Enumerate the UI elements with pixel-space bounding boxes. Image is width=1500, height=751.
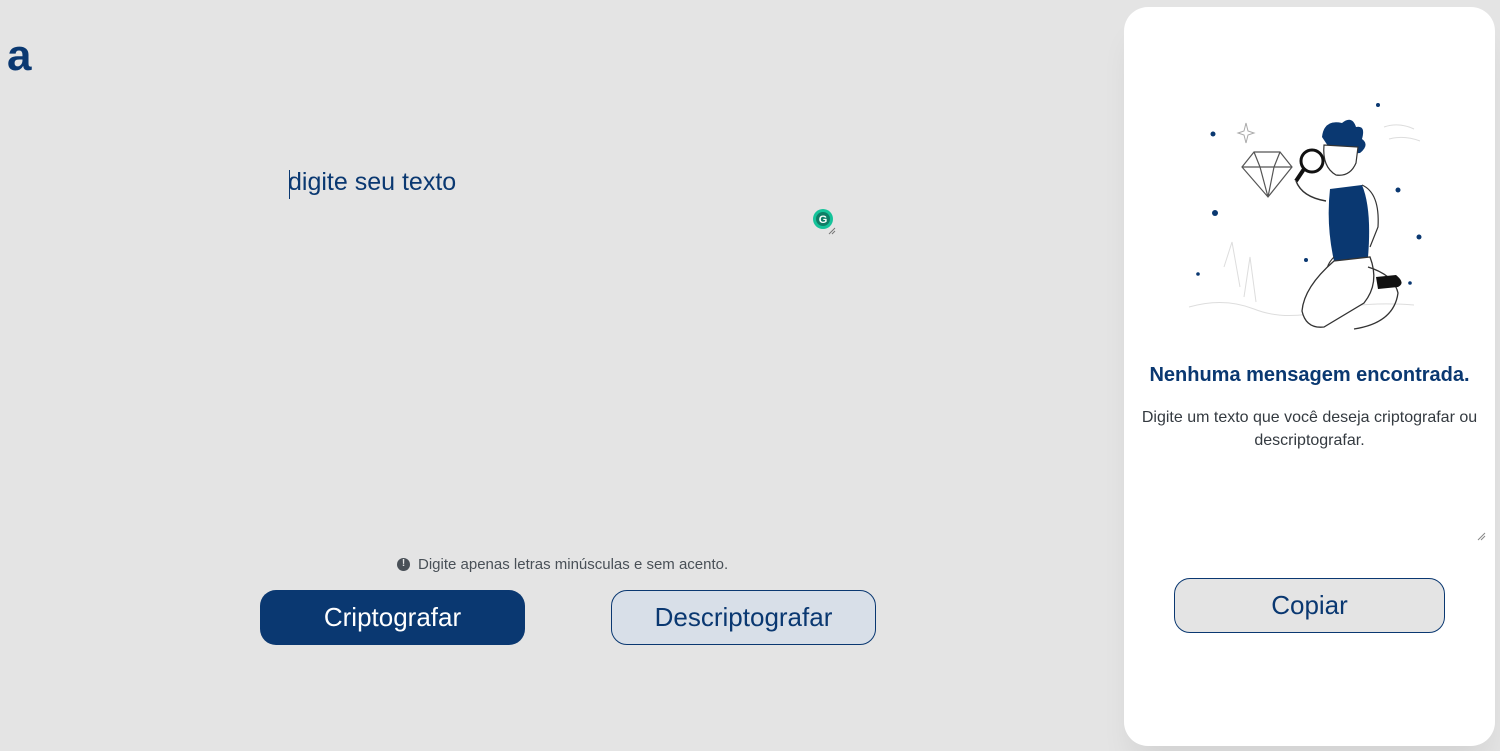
logo-icon[interactable]: a [6,34,36,74]
text-input[interactable] [288,160,840,248]
resize-handle-icon[interactable] [1476,531,1486,541]
encrypt-button[interactable]: Criptografar [260,590,525,645]
output-panel: Nenhuma mensagem encontrada. Digite um t… [1124,7,1495,746]
text-cursor [289,170,290,199]
input-hint: ! Digite apenas letras minúsculas e sem … [397,554,728,574]
svg-text:G: G [819,214,828,226]
logo-letter: a [7,34,32,74]
copy-button[interactable]: Copiar [1174,578,1445,633]
decrypt-button[interactable]: Descriptografar [611,590,876,645]
exclamation-circle-icon: ! [397,557,410,571]
grammarly-icon[interactable]: G [812,208,836,236]
person-with-magnifying-glass-illustration [1188,103,1422,330]
empty-state-description: Digite um texto que você deseja criptogr… [1141,409,1478,449]
empty-state-title: Nenhuma mensagem encontrada. [1149,364,1470,386]
input-hint-text: Digite apenas letras minúsculas e sem ac… [418,555,729,573]
